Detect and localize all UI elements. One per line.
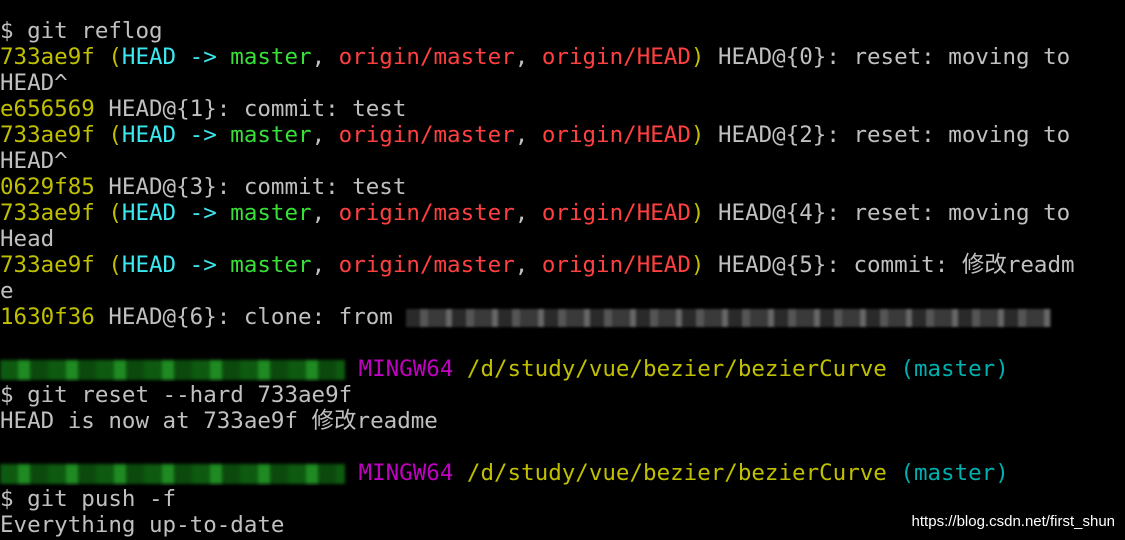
commit-hash: 0629f85 (0, 174, 95, 200)
ref-arrow: -> (176, 200, 231, 226)
reflog-entry-wrap: Head (0, 226, 55, 252)
reflog-entry: 1630f36 HEAD@{6}: clone: from (0, 304, 1125, 330)
reflog-entry: 733ae9f (HEAD -> master, origin/master, … (0, 200, 1125, 226)
command-line-reset: $ git reset --hard 733ae9f (0, 382, 353, 408)
ref-separator: , (514, 200, 542, 226)
output-reset: HEAD is now at 733ae9f 修改readme (0, 408, 438, 434)
commit-hash: 1630f36 (0, 304, 95, 330)
ref-paren: ) (690, 252, 705, 278)
prompt-branch: (master) (900, 356, 1009, 382)
ref-separator: , (514, 252, 542, 278)
ref-head: HEAD (121, 122, 177, 148)
reflog-entry: 0629f85 HEAD@{3}: commit: test (0, 174, 1125, 200)
ref-head: HEAD (121, 252, 177, 278)
reflog-entry: 733ae9f (HEAD -> master, origin/master, … (0, 44, 1125, 70)
ref-branch-master: master (230, 200, 312, 226)
reflog-message: HEAD@{6}: clone: from (94, 304, 407, 330)
ref-separator: , (311, 122, 339, 148)
ref-head: HEAD (121, 200, 177, 226)
ref-origin-master: origin/master (338, 122, 515, 148)
ref-paren: ) (690, 200, 705, 226)
ref-origin-master: origin/master (338, 200, 515, 226)
command-line-push: $ git push -f (0, 486, 177, 512)
redacted-username (0, 359, 345, 380)
ref-paren: ) (690, 122, 705, 148)
commit-hash: 733ae9f (0, 252, 95, 278)
ref-arrow: -> (176, 122, 231, 148)
reflog-message: HEAD@{5}: commit: 修改readm (704, 252, 1075, 278)
ref-branch-master: master (230, 44, 312, 70)
ref-origin-head: origin/HEAD (541, 200, 691, 226)
prompt-path: /d/study/vue/bezier/bezierCurve (466, 356, 887, 382)
reflog-message: HEAD@{0}: reset: moving to (704, 44, 1071, 70)
ref-origin-head: origin/HEAD (541, 122, 691, 148)
ref-arrow: -> (176, 252, 231, 278)
ref-paren: ( (94, 122, 122, 148)
commit-hash: 733ae9f (0, 44, 95, 70)
ref-origin-head: origin/HEAD (541, 252, 691, 278)
reflog-entry: e656569 HEAD@{1}: commit: test (0, 96, 1125, 122)
commit-hash: e656569 (0, 96, 95, 122)
prompt-branch: (master) (900, 460, 1009, 486)
commit-hash: 733ae9f (0, 200, 95, 226)
reflog-message: HEAD@{1}: commit: test (94, 96, 407, 122)
reflog-message: HEAD@{2}: reset: moving to (704, 122, 1071, 148)
reflog-entry-wrap: HEAD^ (0, 148, 68, 174)
prompt-path: /d/study/vue/bezier/bezierCurve (466, 460, 887, 486)
ref-separator: , (311, 252, 339, 278)
ref-separator: , (311, 44, 339, 70)
reflog-message: HEAD@{4}: reset: moving to (704, 200, 1071, 226)
terminal-line-top-partial: sunyu@LAPTOP-BCFD5J5 MINGW64 /d/study/vu… (0, 0, 1125, 18)
ref-separator: , (514, 44, 542, 70)
ref-separator: , (311, 200, 339, 226)
prompt-line-1: MINGW64 /d/study/vue/bezier/bezierCurve … (0, 356, 1125, 382)
reflog-entry: 733ae9f (HEAD -> master, origin/master, … (0, 122, 1125, 148)
commit-hash: 733ae9f (0, 122, 95, 148)
watermark: https://blog.csdn.net/first_shun (911, 513, 1115, 530)
prompt-mingw: MINGW64 (358, 460, 454, 486)
reflog-message: HEAD@{3}: commit: test (94, 174, 407, 200)
ref-separator: , (514, 122, 542, 148)
prompt-line-2: MINGW64 /d/study/vue/bezier/bezierCurve … (0, 460, 1125, 486)
reflog-entry-wrap: e (0, 278, 14, 304)
reflog-entry: 733ae9f (HEAD -> master, origin/master, … (0, 252, 1125, 278)
ref-origin-master: origin/master (338, 44, 515, 70)
ref-paren: ( (94, 200, 122, 226)
terminal-window[interactable]: sunyu@LAPTOP-BCFD5J5 MINGW64 /d/study/vu… (0, 0, 1125, 538)
redacted-username (0, 463, 345, 484)
reflog-entry-wrap: HEAD^ (0, 70, 68, 96)
ref-paren: ( (94, 252, 122, 278)
ref-origin-head: origin/HEAD (541, 44, 691, 70)
ref-branch-master: master (230, 122, 312, 148)
prompt-mingw: MINGW64 (358, 356, 454, 382)
command-line-reflog: $ git reflog (0, 18, 163, 44)
ref-branch-master: master (230, 252, 312, 278)
reflog-output: 733ae9f (HEAD -> master, origin/master, … (0, 44, 1125, 330)
ref-arrow: -> (176, 44, 231, 70)
ref-paren: ) (690, 44, 705, 70)
redacted-url (406, 308, 1052, 327)
ref-origin-master: origin/master (338, 252, 515, 278)
ref-head: HEAD (121, 44, 177, 70)
ref-paren: ( (94, 44, 122, 70)
